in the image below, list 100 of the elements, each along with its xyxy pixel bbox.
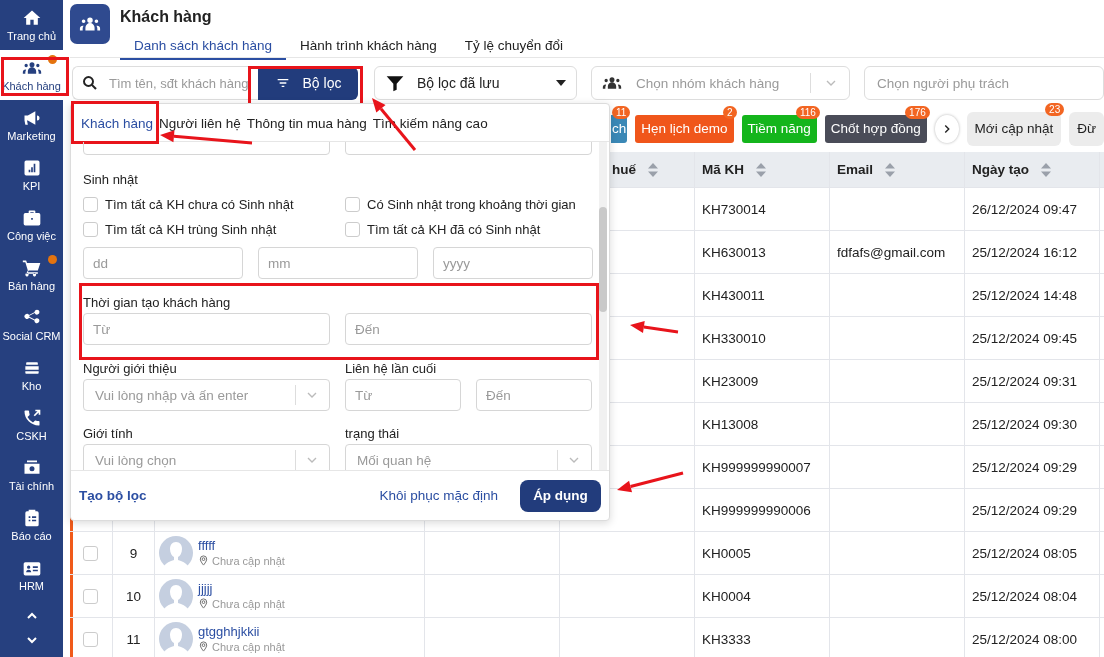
next-button[interactable] — [934, 115, 959, 143]
checkbox[interactable] — [83, 222, 98, 237]
sidebar-item[interactable]: CSKH — [0, 400, 63, 450]
checkbox-label: Có Sinh nhật trong khoảng thời gian — [367, 197, 576, 212]
table-cell: 25/12/2024 09:29 — [972, 459, 1078, 475]
select-field[interactable]: Mối quan hệ — [345, 444, 592, 470]
select-input[interactable]: Chọn người phụ trách — [875, 74, 1093, 92]
sidebar-item[interactable]: Bán hàng — [0, 250, 63, 300]
customer-name[interactable]: gtgghhjkkii — [198, 624, 285, 640]
count-badge: 11 — [611, 106, 631, 119]
saved-filter-dropdown[interactable]: Bộ lọc đã lưu — [374, 66, 577, 100]
sidebar-item[interactable]: Trang chủ — [0, 0, 63, 50]
create-filter-link[interactable]: Tạo bộ lọc — [79, 488, 147, 503]
checkbox[interactable] — [83, 197, 98, 212]
customer-name[interactable]: jjjjj — [198, 581, 285, 597]
select-input[interactable]: Mối quan hệ — [355, 451, 549, 469]
table-cell: 25/12/2024 14:48 — [972, 287, 1078, 303]
location-pin-icon — [198, 598, 209, 610]
tab[interactable]: Thông tin mua hàng — [244, 115, 369, 131]
sort-icon[interactable] — [648, 162, 658, 177]
year-field[interactable]: yyyy — [433, 247, 593, 279]
table-cell: 25/12/2024 16:12 — [972, 244, 1078, 260]
apply-button[interactable]: Áp dụng — [520, 479, 601, 512]
page-title: Khách hàng — [120, 8, 213, 26]
date-to-field[interactable]: Đến — [345, 313, 592, 345]
table-cell: KH999999990007 — [702, 459, 811, 475]
count-badge: 2 — [723, 106, 737, 119]
sort-icon[interactable] — [885, 162, 896, 177]
checkbox[interactable] — [83, 588, 98, 604]
group-select[interactable]: Chọn nhóm khách hàng — [591, 66, 850, 100]
field-label: Thời gian tạo khách hàng — [83, 295, 232, 310]
checkbox-label: Tìm tất cả KH đã có Sinh nhật — [367, 222, 541, 237]
quick-filter-chip[interactable]: Đừ — [1069, 112, 1104, 146]
people-icon — [70, 4, 110, 44]
field-label: Liên hệ lần cuối — [345, 361, 438, 376]
sidebar-item[interactable]: Marketing — [0, 100, 63, 150]
sidebar-item[interactable]: HRM — [0, 550, 63, 600]
sidebar-item[interactable]: KPI — [0, 150, 63, 200]
tab[interactable]: Hành trình khách hàng — [286, 38, 451, 60]
table-cell: KH430011 — [702, 287, 765, 303]
checkbox-label: Tìm tất cả KH chưa có Sinh nhật — [105, 197, 294, 212]
date-to-field[interactable]: Đến — [476, 379, 592, 411]
status-chip[interactable]: Chốt hợp đồng — [824, 115, 927, 143]
column-header[interactable]: Ngày tạo — [972, 162, 1029, 177]
quick-filter-chip[interactable]: Mới cập nhật — [966, 112, 1062, 146]
location-pin-icon — [198, 555, 209, 567]
reset-link[interactable]: Khôi phục mặc định — [379, 488, 498, 503]
address-text: Chưa cập nhật — [212, 597, 285, 611]
tab[interactable]: Danh sách khách hàng — [120, 38, 287, 60]
checkbox[interactable] — [83, 631, 98, 647]
tab[interactable]: Tỷ lệ chuyển đổi — [450, 38, 578, 60]
sidebar-item[interactable]: Social CRM — [0, 300, 63, 350]
field-label: Sinh nhật — [83, 172, 139, 187]
count-badge: 176 — [905, 106, 930, 119]
search-icon — [81, 74, 99, 92]
checkbox[interactable] — [345, 197, 360, 212]
table-cell: 25/12/2024 08:05 — [972, 545, 1078, 561]
address-text: Chưa cập nhật — [212, 640, 285, 654]
row-number: 11 — [126, 631, 141, 647]
table-cell: 25/12/2024 08:00 — [972, 631, 1078, 647]
date-from-field[interactable]: Từ — [83, 313, 330, 345]
table-cell: 26/12/2024 09:47 — [972, 201, 1078, 217]
table-cell: KH23009 — [702, 373, 759, 389]
status-chip[interactable]: ch — [611, 115, 628, 143]
table-cell: KH0005 — [702, 545, 751, 561]
search-field[interactable]: Tìm tên, sđt khách hàng — [72, 66, 258, 100]
column-header[interactable]: Mã KH — [702, 162, 744, 177]
checkbox[interactable] — [83, 545, 98, 561]
sort-icon[interactable] — [1041, 162, 1051, 177]
sidebar-item[interactable]: Kho — [0, 350, 63, 400]
select-input[interactable]: Vui lòng chọn — [93, 451, 287, 469]
owner-select[interactable]: Chọn người phụ trách — [864, 66, 1104, 100]
sidebar-item[interactable]: Tài chính — [0, 450, 63, 500]
tab[interactable]: Người liên hệ — [157, 115, 243, 131]
column-header[interactable]: Email — [837, 162, 874, 177]
table-cell: KH630013 — [702, 244, 766, 260]
checkbox[interactable] — [345, 222, 360, 237]
table-cell: 25/12/2024 09:29 — [972, 502, 1078, 518]
table-cell: KH999999990006 — [702, 502, 811, 518]
select-input[interactable]: Vui lòng nhập và ấn enter — [93, 386, 287, 404]
sidebar-item[interactable]: Công việc — [0, 200, 63, 250]
table-cell: 25/12/2024 09:30 — [972, 416, 1078, 432]
count-badge: 116 — [795, 106, 820, 119]
caret-icon — [556, 80, 566, 86]
select-input[interactable]: Chọn nhóm khách hàng — [634, 74, 798, 92]
month-field[interactable]: mm — [258, 247, 418, 279]
sort-icon[interactable] — [756, 162, 766, 177]
scrollbar[interactable] — [599, 142, 607, 470]
date-from-field[interactable]: Từ — [345, 379, 461, 411]
tab[interactable]: Khách hàng — [79, 115, 156, 131]
day-field[interactable]: dd — [83, 247, 243, 279]
home-icon — [21, 8, 42, 28]
select-field[interactable]: Vui lòng chọn — [83, 444, 330, 470]
sidebar-item[interactable]: Báo cáo — [0, 500, 63, 550]
column-header[interactable]: huế — [612, 162, 636, 177]
search-input[interactable]: Tìm tên, sđt khách hàng — [107, 74, 258, 92]
customer-name[interactable]: fffff — [198, 538, 285, 554]
avatar-icon — [159, 536, 193, 570]
table-cell: 25/12/2024 09:45 — [972, 330, 1078, 346]
select-field[interactable]: Vui lòng nhập và ấn enter — [83, 379, 330, 411]
